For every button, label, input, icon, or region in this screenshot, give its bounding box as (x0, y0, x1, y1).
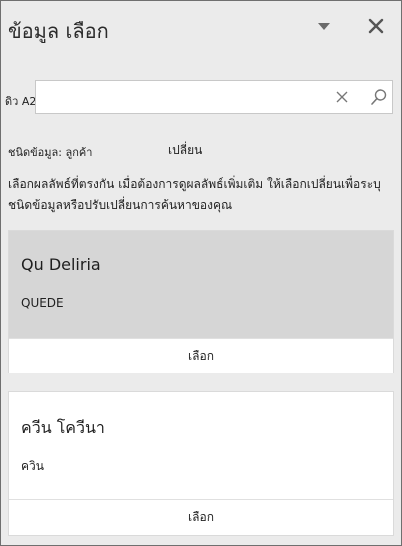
close-icon[interactable] (365, 15, 387, 37)
pane-header: ข้อมูล เลือก (1, 1, 401, 63)
chevron-down-icon[interactable] (318, 23, 330, 30)
result-card-body[interactable]: Qu Deliria QUEDE (9, 231, 393, 338)
result-subtitle: ควิน (21, 459, 44, 473)
data-selector-pane: ข้อมูล เลือก ดิว A2 ชนิดข้อมูล: ลูกค้า เ… (0, 0, 402, 546)
instructions-text: เลือกผลลัพธ์ที่ตรงกัน เมื่อต้องการดูผลลั… (8, 177, 381, 212)
search-icon[interactable] (370, 88, 388, 106)
pane-title: ข้อมูล เลือก (8, 19, 109, 43)
result-title: ควีน โควีนา (21, 418, 105, 437)
result-subtitle: QUEDE (21, 296, 64, 310)
search-row: ดิว A2 (1, 80, 401, 116)
search-input[interactable] (35, 80, 393, 114)
select-button[interactable]: เลือก (9, 339, 393, 373)
change-link[interactable]: เปลี่ยน (168, 141, 202, 160)
data-type-label: ชนิดข้อมูล: ลูกค้า (8, 146, 93, 159)
result-card-body[interactable]: ควีน โควีนา ควิน (9, 392, 393, 499)
result-title: Qu Deliria (21, 255, 101, 274)
search-label: ดิว A2 (5, 95, 37, 108)
select-button[interactable]: เลือก (9, 500, 393, 534)
clear-icon[interactable] (336, 91, 348, 103)
result-card[interactable]: ควีน โควีนา ควิน เลือก (8, 391, 394, 536)
result-card[interactable]: Qu Deliria QUEDE เลือก (8, 230, 394, 373)
